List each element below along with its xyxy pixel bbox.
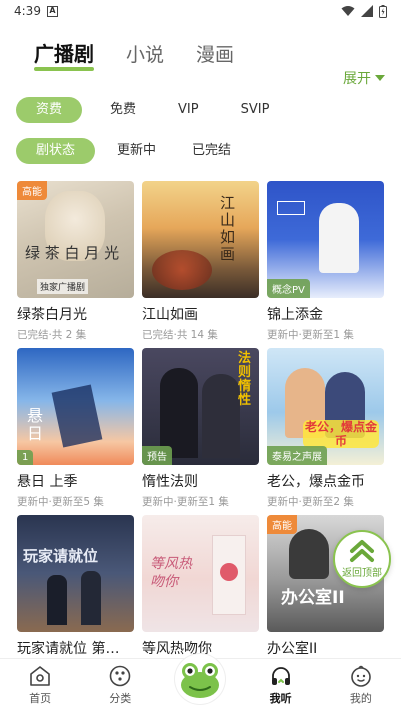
cover-title-text: 老公，爆点金币 bbox=[303, 420, 379, 448]
drama-card[interactable]: 江山如画 江山如画 已完结·共 14 集 bbox=[142, 181, 259, 342]
back-to-top-label: 返回顶部 bbox=[342, 568, 382, 579]
cover-image: 绿 茶 白 月 光 独家广播剧 高能 bbox=[17, 181, 134, 298]
cover-image: 法则 惰性 预告 bbox=[142, 348, 259, 465]
cover-image: 玩家请就位 bbox=[17, 515, 134, 632]
nav-profile-label: 我的 bbox=[349, 692, 372, 705]
card-title: 办公室II bbox=[267, 641, 318, 657]
fee-filter-row: 资费 免费 VIP SVIP bbox=[16, 97, 289, 123]
drama-card[interactable]: 法则 惰性 预告 惰性法则 更新中·更新至1 集 bbox=[142, 348, 259, 509]
signal-icon bbox=[361, 5, 373, 17]
card-title: 江山如画 bbox=[142, 307, 198, 323]
badge: 概念PV bbox=[267, 279, 310, 298]
filter-vip[interactable]: VIP bbox=[164, 97, 213, 123]
expand-filters-button[interactable]: 展开 bbox=[343, 68, 385, 88]
cover-title-text: 等风热吻你 bbox=[150, 556, 192, 590]
cover-image: 江山如画 bbox=[142, 181, 259, 298]
bottom-nav: 首页 分类 我听 我的 bbox=[0, 654, 401, 712]
filter-svip[interactable]: SVIP bbox=[227, 97, 284, 123]
card-status: 更新中·更新至1 集 bbox=[142, 496, 229, 508]
card-title: 老公，爆点金币 bbox=[267, 474, 365, 490]
cover-image: 悬日 1 bbox=[17, 348, 134, 465]
drama-card[interactable]: 绿 茶 白 月 光 独家广播剧 高能 绿茶白月光 已完结·共 2 集 bbox=[17, 181, 134, 342]
headphone-icon bbox=[271, 667, 290, 685]
cover-image: 概念PV bbox=[267, 181, 384, 298]
expand-label: 展开 bbox=[343, 71, 371, 87]
nav-home-label: 首页 bbox=[29, 692, 52, 705]
card-status: 更新中·更新至5 集 bbox=[17, 496, 104, 508]
nav-category[interactable]: 分类 bbox=[90, 664, 150, 706]
cover-image: 等风热吻你 bbox=[142, 515, 259, 632]
cover-title-text: 悬日 bbox=[27, 406, 44, 443]
cover-title-text: 玩家请就位 bbox=[23, 547, 99, 565]
card-status: 已完结·共 14 集 bbox=[142, 329, 218, 341]
wifi-icon bbox=[341, 6, 355, 16]
cover-title-text: 江山如画 bbox=[220, 194, 236, 263]
filter-status[interactable]: 剧状态 bbox=[16, 138, 96, 164]
nav-center-frog[interactable] bbox=[170, 654, 230, 706]
filter-updating[interactable]: 更新中 bbox=[103, 138, 170, 164]
category-icon bbox=[109, 665, 131, 687]
card-title: 玩家请就位 第… bbox=[17, 641, 120, 657]
drama-card[interactable]: 悬日 1 悬日 上季 更新中·更新至5 集 bbox=[17, 348, 134, 509]
status-time: 4:39 bbox=[14, 4, 41, 18]
filter-completed[interactable]: 已完结 bbox=[178, 138, 245, 164]
filter-free[interactable]: 免费 bbox=[96, 97, 150, 123]
battery-icon bbox=[379, 4, 387, 18]
badge: 泰易之声展 bbox=[267, 446, 327, 465]
cover-subtitle: 独家广播剧 bbox=[37, 279, 89, 294]
card-status: 更新中·更新至1 集 bbox=[267, 329, 354, 341]
card-title: 锦上添金 bbox=[267, 307, 323, 323]
content-type-tabs: 广播剧 小说 漫画 bbox=[34, 38, 234, 71]
card-title: 绿茶白月光 bbox=[17, 307, 87, 323]
status-bar: 4:39 A bbox=[0, 0, 401, 22]
drama-card[interactable]: 等风热吻你 等风热吻你 bbox=[142, 515, 259, 658]
tab-novel[interactable]: 小说 bbox=[126, 40, 164, 67]
profile-icon bbox=[351, 665, 371, 687]
frog-icon bbox=[175, 654, 226, 704]
cover-title-text: 办公室II bbox=[281, 588, 345, 608]
nav-category-label: 分类 bbox=[109, 692, 132, 705]
drama-card[interactable]: 玩家请就位 玩家请就位 第… bbox=[17, 515, 134, 658]
badge: 高能 bbox=[267, 515, 297, 534]
chevron-down-icon bbox=[375, 75, 385, 81]
back-to-top-button[interactable]: 返回顶部 bbox=[333, 530, 391, 588]
card-title: 悬日 上季 bbox=[17, 474, 78, 490]
status-icons bbox=[341, 4, 387, 18]
card-status: 已完结·共 2 集 bbox=[17, 329, 87, 341]
drama-card[interactable]: 概念PV 锦上添金 更新中·更新至1 集 bbox=[267, 181, 384, 342]
home-icon bbox=[30, 666, 50, 686]
badge: 高能 bbox=[17, 181, 47, 200]
nav-listen-label: 我听 bbox=[269, 692, 292, 705]
cover-image: 老公，爆点金币 泰易之声展 bbox=[267, 348, 384, 465]
double-chevron-up-icon bbox=[350, 540, 374, 562]
nav-home[interactable]: 首页 bbox=[10, 664, 70, 706]
badge: 1 bbox=[17, 450, 34, 465]
notification-icon: A bbox=[46, 5, 58, 17]
status-filter-row: 剧状态 更新中 已完结 bbox=[16, 138, 245, 164]
card-status: 更新中·更新至2 集 bbox=[267, 496, 354, 508]
cover-title-text: 法则 惰性 bbox=[238, 351, 252, 408]
cover-title-text: 绿 茶 白 月 光 bbox=[25, 244, 120, 262]
filter-fee-paid[interactable]: 资费 bbox=[16, 97, 83, 123]
tab-audio-drama[interactable]: 广播剧 bbox=[34, 38, 94, 71]
badge: 预告 bbox=[142, 446, 172, 465]
nav-profile[interactable]: 我的 bbox=[331, 664, 391, 706]
card-title: 惰性法则 bbox=[142, 474, 198, 490]
drama-card[interactable]: 老公，爆点金币 泰易之声展 老公，爆点金币 更新中·更新至2 集 bbox=[267, 348, 384, 509]
tab-comic[interactable]: 漫画 bbox=[196, 40, 234, 67]
nav-listen[interactable]: 我听 bbox=[251, 664, 311, 706]
